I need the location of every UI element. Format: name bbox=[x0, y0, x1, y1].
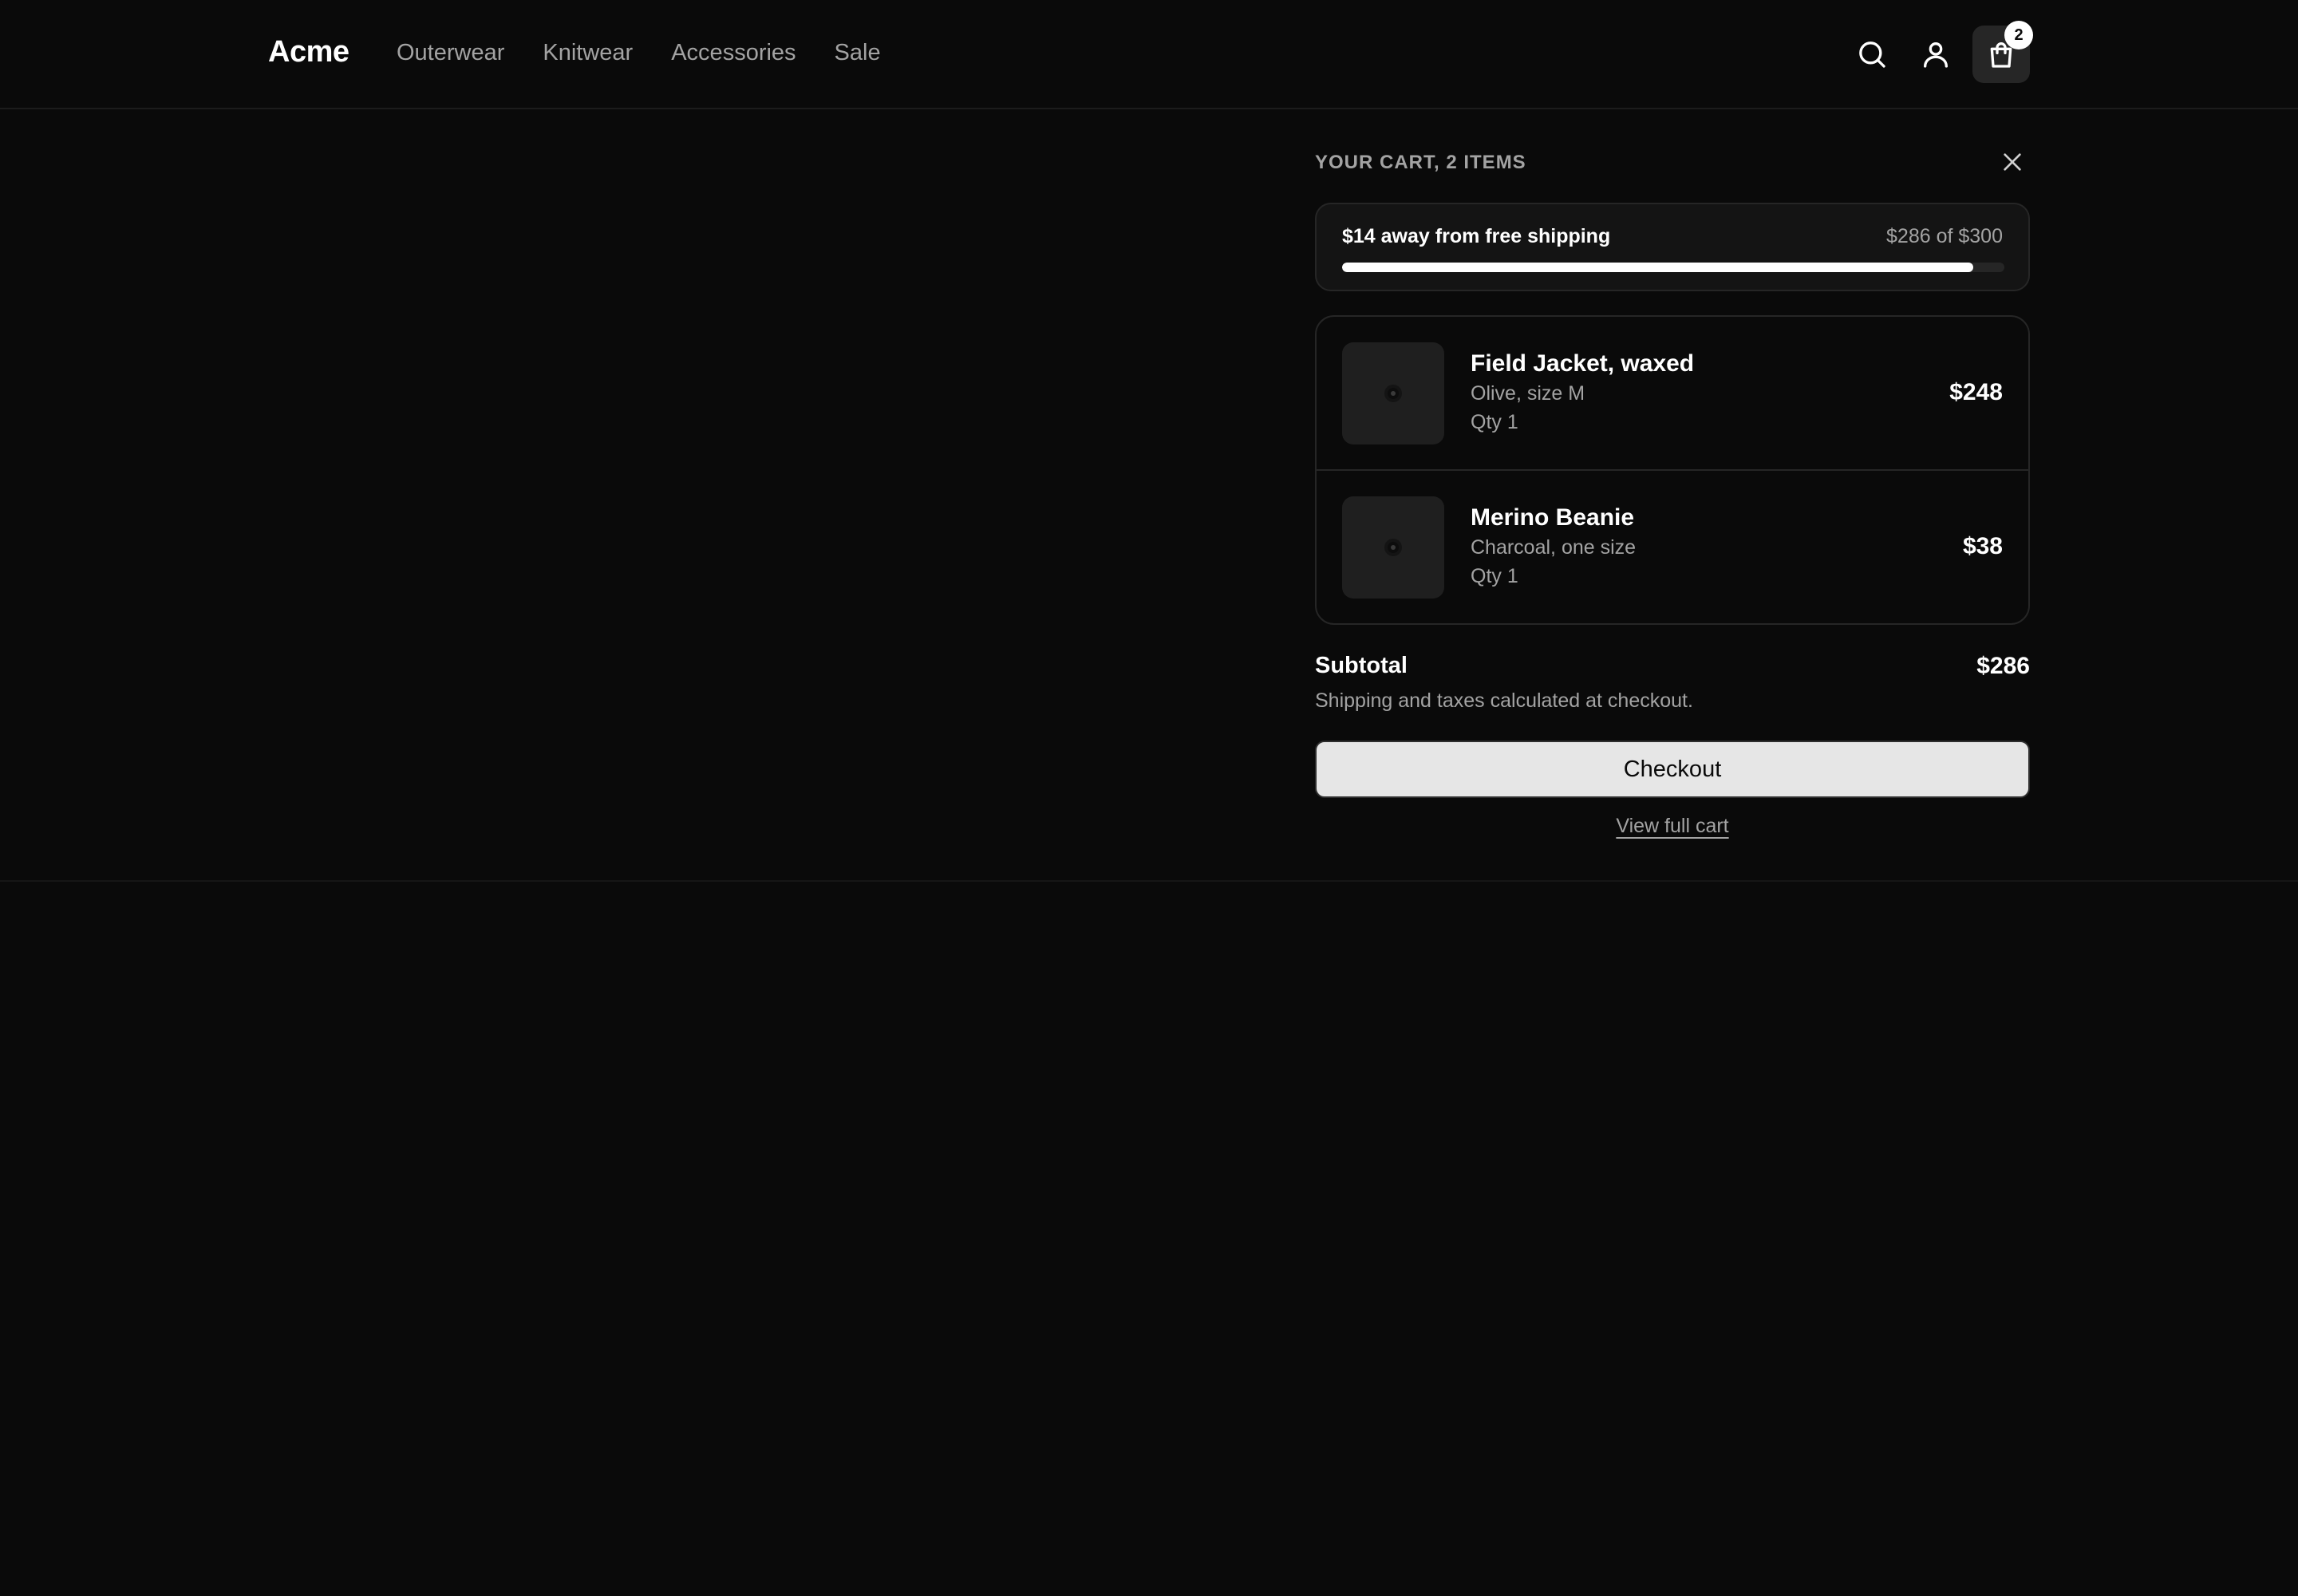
close-icon bbox=[2004, 153, 2021, 171]
product-thumbnail[interactable] bbox=[1342, 496, 1444, 598]
cart-drawer: YOUR CART, 2 ITEMS $14 away from free sh… bbox=[1315, 109, 2030, 880]
image-placeholder-icon bbox=[1384, 385, 1402, 402]
nav-link-outerwear[interactable]: Outerwear bbox=[397, 40, 504, 66]
item-price: $38 bbox=[1962, 533, 2003, 559]
brand-logo[interactable]: Acme bbox=[268, 35, 349, 69]
drawer-divider bbox=[0, 880, 2298, 882]
subtotal-value: $286 bbox=[1976, 653, 2030, 679]
nav-link-accessories[interactable]: Accessories bbox=[671, 40, 796, 66]
item-quantity: Qty 1 bbox=[1471, 565, 1518, 587]
search-button[interactable] bbox=[1850, 32, 1894, 77]
checkout-button[interactable]: Checkout bbox=[1315, 741, 2030, 798]
shipping-taxes-note: Shipping and taxes calculated at checkou… bbox=[1315, 689, 1693, 712]
cart-items-list: Field Jacket, waxed Olive, size M Qty 1 … bbox=[1315, 315, 2030, 625]
free-shipping-card: $14 away from free shipping $286 of $300 bbox=[1315, 203, 2030, 291]
cart-item[interactable]: Merino Beanie Charcoal, one size Qty 1 $… bbox=[1317, 471, 2028, 623]
cart-count-badge: 2 bbox=[2004, 21, 2033, 49]
search-icon bbox=[1859, 41, 1885, 68]
free-shipping-message: $14 away from free shipping bbox=[1342, 225, 1611, 247]
close-cart-button[interactable] bbox=[1995, 144, 2030, 180]
item-variant: Olive, size M bbox=[1471, 382, 1585, 405]
item-variant: Charcoal, one size bbox=[1471, 536, 1637, 559]
free-shipping-progress-bar bbox=[1342, 263, 2004, 272]
image-placeholder-icon bbox=[1384, 539, 1402, 556]
cart-item[interactable]: Field Jacket, waxed Olive, size M Qty 1 … bbox=[1317, 317, 2028, 471]
view-full-cart-container: View full cart bbox=[1315, 815, 2030, 838]
account-button[interactable] bbox=[1913, 32, 1958, 77]
site-header: Acme Outerwear Knitwear Accessories Sale… bbox=[0, 0, 2298, 109]
user-icon bbox=[1924, 42, 1948, 68]
free-shipping-progress-fill bbox=[1342, 263, 1974, 272]
nav-link-knitwear[interactable]: Knitwear bbox=[543, 40, 633, 66]
item-name[interactable]: Field Jacket, waxed bbox=[1471, 350, 1694, 377]
nav-link-sale[interactable]: Sale bbox=[835, 40, 881, 66]
view-full-cart-link[interactable]: View full cart bbox=[1616, 815, 1728, 837]
cart-title: YOUR CART, 2 ITEMS bbox=[1315, 152, 1526, 173]
item-price: $248 bbox=[1949, 379, 2003, 405]
main-nav: Outerwear Knitwear Accessories Sale bbox=[397, 40, 881, 66]
item-name[interactable]: Merino Beanie bbox=[1471, 504, 1634, 531]
item-quantity: Qty 1 bbox=[1471, 411, 1518, 433]
product-thumbnail[interactable] bbox=[1342, 342, 1444, 444]
subtotal-label: Subtotal bbox=[1315, 653, 1408, 678]
free-shipping-progress-text: $286 of $300 bbox=[1886, 225, 2003, 247]
